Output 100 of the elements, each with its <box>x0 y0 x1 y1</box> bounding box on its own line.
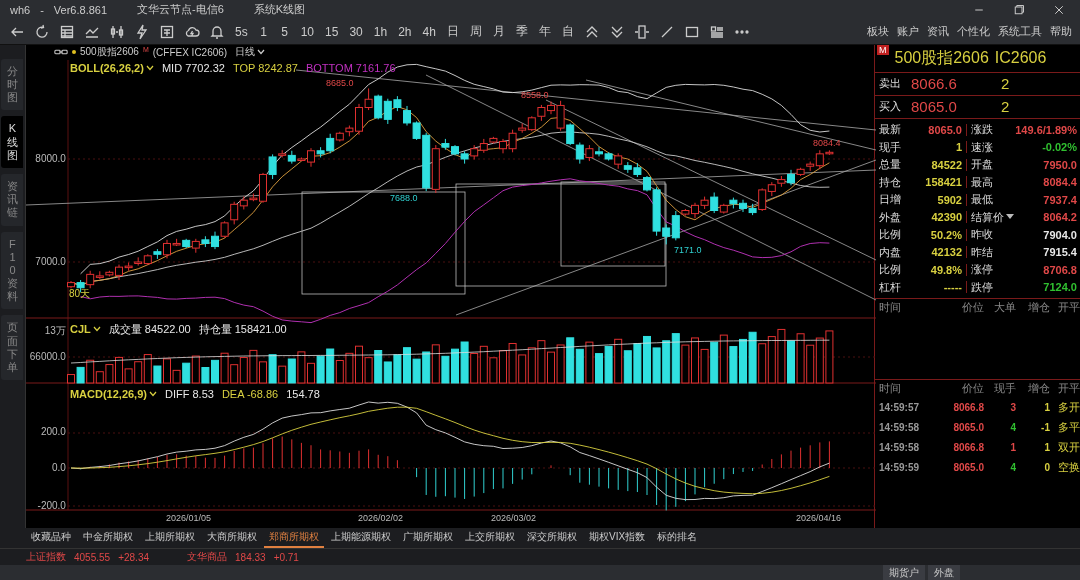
period-button[interactable]: 自 <box>557 23 578 41</box>
menu-item[interactable]: 帮助 <box>1050 24 1072 40</box>
menu-item[interactable]: 系统工具 <box>998 24 1042 40</box>
legend-label: MID 7702.32 <box>161 61 225 74</box>
period-button[interactable]: 5s <box>231 24 252 39</box>
table-cell-text: 8065.0 <box>952 462 984 474</box>
table-cell-text: 14:59:58 <box>879 422 921 434</box>
exchange-tab[interactable]: 上交所期权 <box>460 527 520 548</box>
table-cell-text: 0 <box>1043 462 1050 474</box>
quote-value: 8084.4 <box>1042 176 1077 189</box>
quote-label: 跌停 <box>970 279 994 295</box>
axis-label: 0.0 <box>51 461 66 473</box>
side-tab[interactable]: K线图 <box>1 116 24 168</box>
period-button[interactable]: 日 <box>442 23 463 41</box>
exchange-tab[interactable]: 深交所期权 <box>522 527 582 548</box>
quote-value: 42390 <box>909 211 967 224</box>
price-annotation: 8558.0 <box>520 89 549 100</box>
quote-label: 开盘 <box>970 157 994 173</box>
quote-value: 7124.0 <box>1042 281 1077 294</box>
period-dropdown[interactable]: 日线 <box>231 45 270 60</box>
quote-value: 7937.4 <box>1042 193 1077 206</box>
index-change: +28.34 <box>118 551 150 563</box>
quote-value: 84522 <box>909 158 967 171</box>
caret-icon <box>145 64 154 71</box>
status-button[interactable]: 外盘 <box>928 565 960 580</box>
column-header: 开平 <box>1057 381 1080 397</box>
quote-value: 158421 <box>909 176 967 189</box>
price-annotation: 80天 <box>68 286 91 301</box>
exchange-tab[interactable]: 标的排名 <box>652 527 703 548</box>
exchange-tab[interactable]: 上期能源期权 <box>326 527 396 548</box>
menu-item[interactable]: 板块 <box>867 24 889 40</box>
side-tab[interactable]: 资讯链 <box>1 173 24 226</box>
side-tab[interactable]: 页面下单 <box>1 315 24 381</box>
side-tab[interactable]: F10资料 <box>1 231 24 310</box>
legend-label: DEA -68.86 <box>221 387 279 400</box>
menu-item[interactable]: 账户 <box>897 24 919 40</box>
quote-label: 最低 <box>970 192 994 208</box>
table-cell-text: -1 <box>1040 422 1050 434</box>
refresh-icon[interactable] <box>33 22 51 41</box>
table-cell-text: 1 <box>1043 402 1050 414</box>
book-label: 买入 <box>879 99 902 115</box>
column-header: 开平 <box>1057 300 1080 316</box>
menu-item[interactable]: 个性化 <box>957 24 990 40</box>
date-label: 2026/03/02 <box>490 512 536 523</box>
period-button[interactable]: 2h <box>394 24 416 39</box>
period-button[interactable]: 5 <box>275 24 294 39</box>
column-header: 增仓 <box>1027 381 1050 397</box>
period-button[interactable]: 年 <box>534 23 555 41</box>
status-button[interactable]: 期货户 <box>883 565 925 580</box>
period-button[interactable]: 30 <box>345 24 367 39</box>
table-cell-text: 3 <box>1009 402 1016 414</box>
exchange-code: (CFFEX IC2606) <box>152 46 228 58</box>
period-button[interactable]: 月 <box>488 23 509 41</box>
resize-icon[interactable] <box>632 22 651 41</box>
table-cell-text: 14:59:58 <box>879 442 921 454</box>
quote-label: 最高 <box>970 174 994 190</box>
quote-value: 1 <box>909 141 967 154</box>
period-button[interactable]: 周 <box>465 23 486 41</box>
legend-label: 154.78 <box>286 387 320 400</box>
period-button[interactable]: 1h <box>369 24 392 39</box>
app-name: wh6 <box>10 3 31 16</box>
table-cell-text: 4 <box>1009 462 1016 474</box>
exchange-tab[interactable]: 大商所期权 <box>202 527 262 548</box>
period-button[interactable]: 15 <box>321 24 343 39</box>
axis-label: 13万 <box>43 323 66 338</box>
period-button[interactable]: 4h <box>418 24 440 39</box>
exchange-tab[interactable]: 广期所期权 <box>398 527 458 548</box>
caret-icon <box>148 390 157 397</box>
column-header: 价位 <box>961 381 984 397</box>
index-change: +0.71 <box>273 551 299 563</box>
column-header: 大单 <box>993 300 1016 316</box>
period-button[interactable]: 1 <box>254 24 273 39</box>
exchange-tab[interactable]: 中金所期权 <box>78 527 138 548</box>
quote-value: 8065.0 <box>909 123 967 136</box>
contract-code: IC2606 <box>994 49 1047 68</box>
exchange-tab[interactable]: 上期所期权 <box>140 527 200 548</box>
legend-label: DIFF 8.53 <box>164 387 214 400</box>
status-dot <box>71 50 76 55</box>
exchange-tab[interactable]: 收藏品种 <box>26 527 76 548</box>
period-button[interactable]: 季 <box>511 23 532 41</box>
quote-label: 总量 <box>879 157 902 173</box>
indicator-dropdown[interactable]: BOLL(26,26,2) <box>69 61 154 74</box>
indicator-dropdown[interactable]: CJL <box>69 323 101 336</box>
index-value: 184.33 <box>235 551 266 563</box>
book-volume: 2 <box>1001 75 1010 93</box>
caret-icon <box>257 49 266 56</box>
table-cell-text: 多开 <box>1057 400 1080 416</box>
table-cell-text: 1 <box>1043 442 1050 454</box>
quote-label: 昨收 <box>970 227 994 243</box>
caret-icon[interactable] <box>1006 214 1014 221</box>
quote-label: 速涨 <box>970 139 994 155</box>
exchange-tab[interactable]: 期权VIX指数 <box>584 527 651 548</box>
price-annotation: 8084.4 <box>812 137 841 148</box>
side-tab[interactable]: 分时图 <box>1 58 24 111</box>
menu-item[interactable]: 资讯 <box>927 24 949 40</box>
indicator-dropdown[interactable]: MACD(12,26,9) <box>69 387 157 400</box>
quote-value: 8706.8 <box>1042 263 1077 276</box>
period-button[interactable]: 10 <box>296 24 319 39</box>
quote-value: 7904.0 <box>1042 228 1077 241</box>
price-annotation: 7171.0 <box>673 244 702 255</box>
